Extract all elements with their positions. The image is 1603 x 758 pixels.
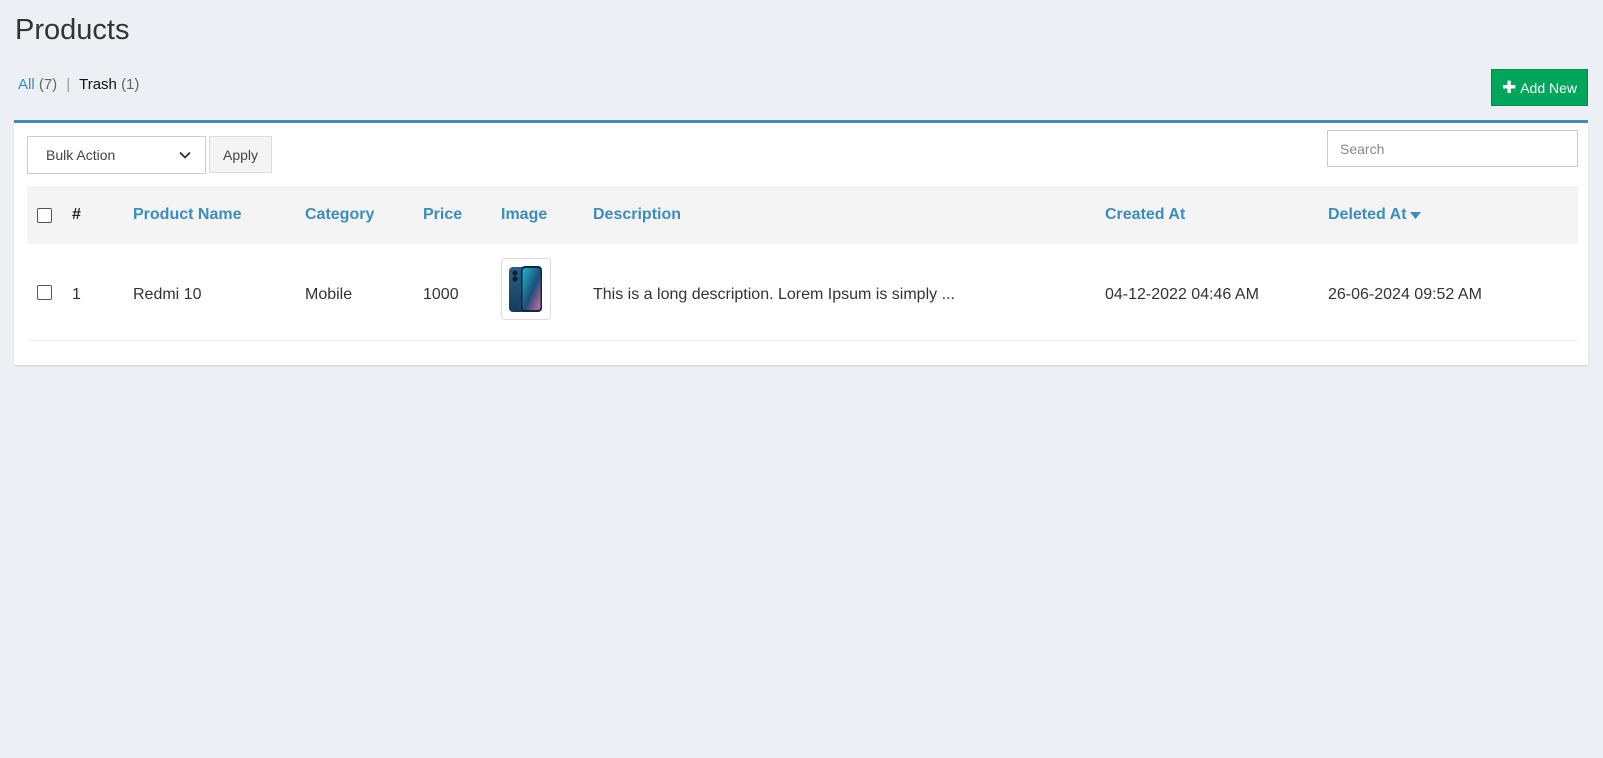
search-input[interactable] xyxy=(1327,130,1578,167)
column-header-image[interactable]: Image xyxy=(501,186,547,244)
cell-description: This is a long description. Lorem Ipsum … xyxy=(593,286,955,303)
cell-category: Mobile xyxy=(305,286,353,303)
cell-created-at: 04-12-2022 04:46 AM xyxy=(1105,286,1259,303)
column-header-deleted-at-label: Deleted At xyxy=(1328,206,1407,223)
add-new-label: Add New xyxy=(1520,79,1578,96)
column-header-index: # xyxy=(72,206,81,223)
add-new-button[interactable]: ✚ Add New xyxy=(1491,69,1588,106)
column-header-price[interactable]: Price xyxy=(423,186,462,244)
table-header: # Product Name Category Price Image Desc… xyxy=(27,186,1578,244)
column-header-created-at[interactable]: Created At xyxy=(1105,186,1185,244)
filter-separator: | xyxy=(66,76,71,93)
products-table-box: Bulk Action Apply # Product Name Categor… xyxy=(14,120,1588,365)
page-title: Products xyxy=(15,14,130,46)
filter-trash-link[interactable]: Trash (1) xyxy=(79,76,139,93)
product-image-thumbnail[interactable] xyxy=(501,258,551,320)
column-header-product-name[interactable]: Product Name xyxy=(133,186,241,244)
table-row: 1 Redmi 10 Mobile 1000 This is a long de… xyxy=(27,249,1578,341)
filter-trash-label: Trash xyxy=(79,76,117,93)
chevron-down-icon xyxy=(179,151,191,159)
filter-all-label: All xyxy=(18,76,35,93)
column-header-category[interactable]: Category xyxy=(305,186,374,244)
apply-button[interactable]: Apply xyxy=(209,136,272,173)
bulk-action-select[interactable]: Bulk Action xyxy=(27,136,206,174)
status-filters: All (7) | Trash (1) xyxy=(18,76,139,93)
column-header-deleted-at[interactable]: Deleted At xyxy=(1328,186,1421,244)
select-all-checkbox[interactable] xyxy=(37,208,52,223)
column-header-description[interactable]: Description xyxy=(593,186,681,244)
sort-caret-down-icon xyxy=(1409,211,1421,219)
cell-deleted-at: 26-06-2024 09:52 AM xyxy=(1328,286,1482,303)
filter-all-link[interactable]: All (7) xyxy=(18,76,57,93)
phone-image-icon xyxy=(509,266,542,312)
cell-index: 1 xyxy=(72,286,81,303)
bulk-action-value: Bulk Action xyxy=(46,147,116,163)
plus-icon: ✚ xyxy=(1501,78,1517,97)
filter-all-count: (7) xyxy=(38,76,58,93)
filter-trash-count: (1) xyxy=(121,76,140,93)
cell-price: 1000 xyxy=(423,286,459,303)
row-checkbox[interactable] xyxy=(37,285,52,300)
cell-product-name: Redmi 10 xyxy=(133,286,202,303)
